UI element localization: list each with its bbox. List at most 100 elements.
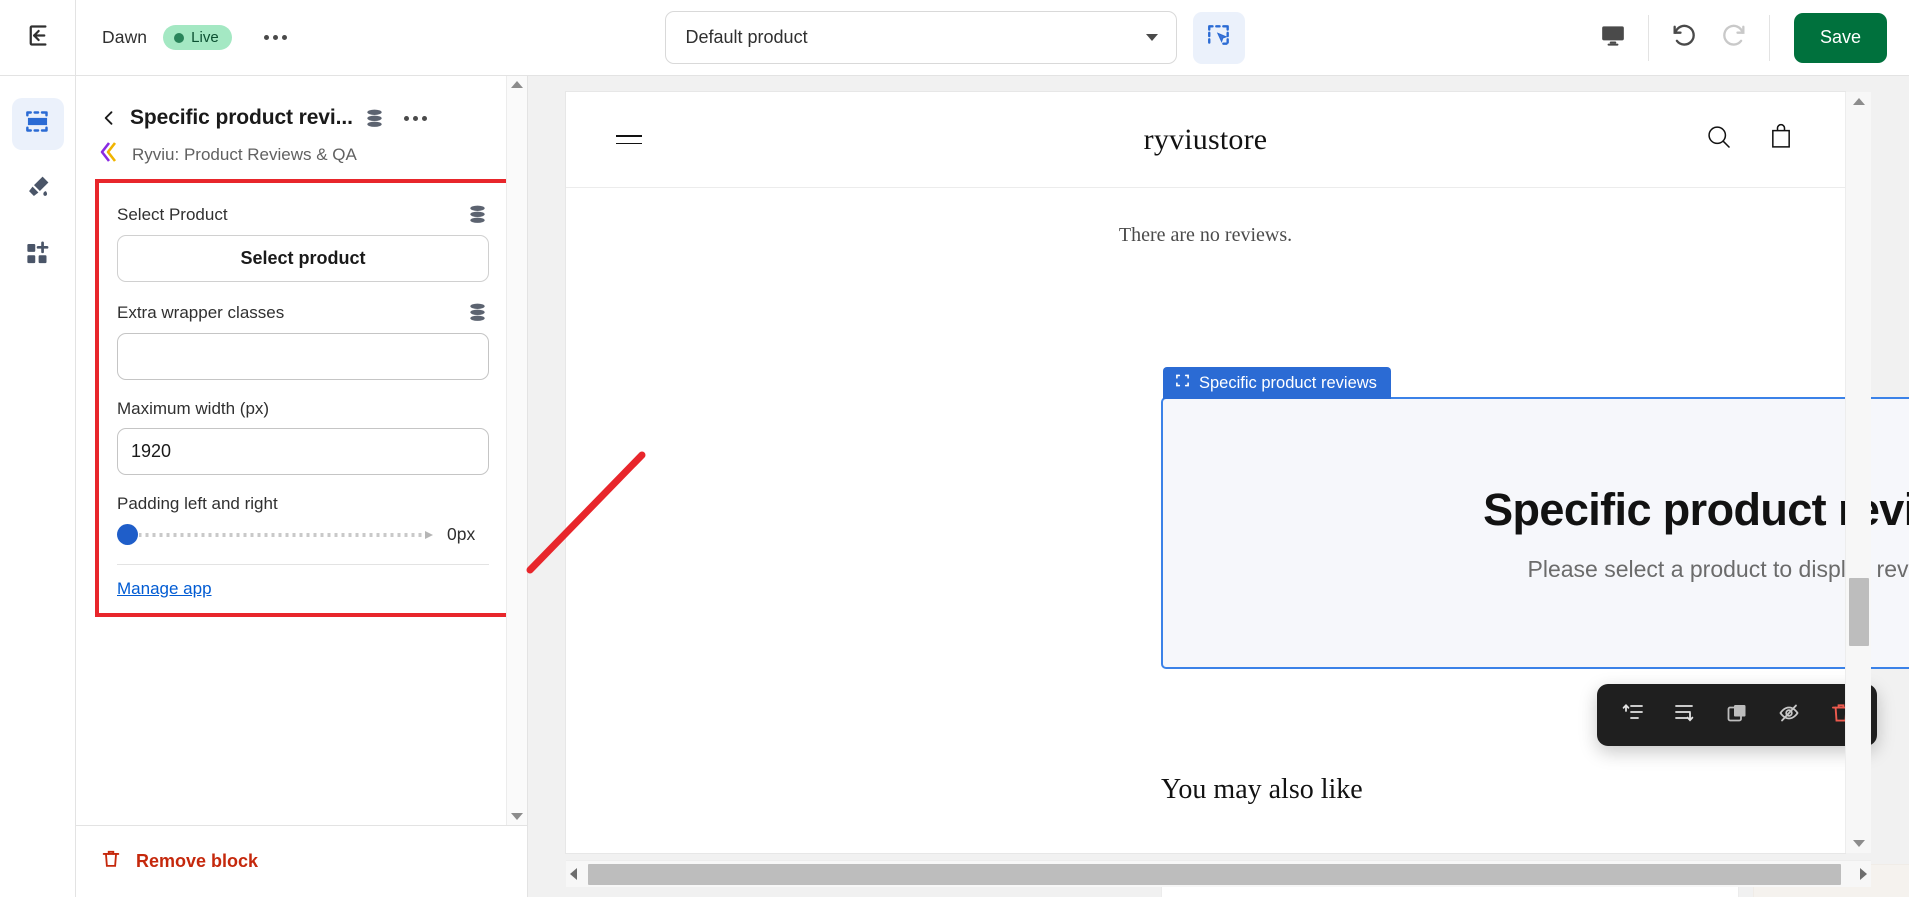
storefront-header-actions: [1705, 123, 1795, 156]
exit-editor-button[interactable]: [0, 0, 76, 76]
field-label-row: Padding left and right: [117, 494, 489, 514]
padding-slider[interactable]: [117, 524, 433, 545]
block-more-menu-button[interactable]: [400, 108, 431, 129]
database-icon[interactable]: [466, 203, 489, 226]
scroll-left-arrow-icon[interactable]: [570, 868, 577, 880]
storefront-header: ryviustore: [566, 92, 1845, 188]
theme-more-menu-button[interactable]: [256, 25, 295, 50]
block-badge-label: Specific product reviews: [1199, 373, 1377, 392]
toolbar-divider: [1768, 14, 1770, 61]
apps-grid-plus-icon: [24, 240, 51, 272]
scroll-up-arrow-icon[interactable]: [1852, 98, 1865, 105]
sidebar-content: Specific product revi... Ryviu: Product …: [76, 76, 527, 617]
no-reviews-text: There are no reviews.: [1118, 224, 1293, 246]
eye-slash-icon: [1777, 701, 1801, 730]
exit-arrow-icon: [24, 22, 51, 54]
icon-rail: [0, 76, 76, 897]
block-badge: Specific product reviews: [1163, 367, 1391, 399]
block-action-toolbar: [1597, 684, 1877, 746]
page-select[interactable]: Default product: [664, 11, 1177, 64]
app-attribution: Ryviu: Product Reviews & QA: [76, 130, 527, 168]
block-frame-icon: [1175, 373, 1190, 393]
move-up-button[interactable]: [1613, 695, 1653, 735]
ryviu-logo-icon: [100, 141, 120, 168]
redo-button[interactable]: [1709, 13, 1759, 63]
paint-brush-icon: [24, 174, 51, 206]
chevron-down-icon: [1145, 34, 1158, 41]
preview-horizontal-scrollbar[interactable]: [566, 860, 1871, 887]
hide-button[interactable]: [1769, 695, 1809, 735]
sections-icon: [24, 108, 51, 140]
database-icon: [363, 107, 386, 130]
remove-block-label: Remove block: [136, 851, 259, 871]
field-label-row: Extra wrapper classes: [117, 301, 489, 324]
slider-end-arrow-icon: [425, 530, 433, 539]
remove-block-button[interactable]: Remove block: [76, 825, 527, 897]
selected-block[interactable]: Specific product reviews Specific produc…: [1161, 367, 1909, 669]
live-dot-icon: [174, 32, 185, 43]
top-bar: Dawn Live Default product Save: [0, 0, 1909, 76]
rail-item-sections[interactable]: [11, 98, 64, 150]
extra-wrapper-classes-input[interactable]: [117, 333, 489, 380]
toolbar-divider: [1647, 14, 1649, 61]
slider-track-dots: [139, 531, 425, 538]
move-down-icon: [1673, 701, 1697, 730]
page-select-value: Default product: [685, 27, 808, 47]
scroll-right-arrow-icon[interactable]: [1860, 868, 1867, 880]
slider-row: 0px: [117, 524, 489, 545]
preview-pane: ryviustore There are no reviews. Specifi…: [528, 76, 1909, 897]
recommendations-title: You may also like: [1161, 774, 1363, 805]
scroll-down-arrow-icon[interactable]: [1852, 840, 1865, 847]
undo-arrow-icon: [1670, 21, 1698, 54]
highlighted-settings-group: Select Product Select product Extra wrap…: [95, 179, 511, 617]
padding-value: 0px: [447, 524, 476, 544]
field-label-row: Maximum width (px): [117, 399, 489, 419]
save-button[interactable]: Save: [1793, 12, 1887, 63]
move-up-icon: [1621, 701, 1645, 730]
slider-thumb[interactable]: [117, 524, 138, 545]
horizontal-scroll-thumb[interactable]: [588, 864, 1841, 885]
more-horizontal-icon: [403, 115, 409, 121]
top-bar-actions: Save: [1588, 0, 1909, 75]
theme-info-group: Dawn Live: [76, 25, 295, 50]
shopping-cart-icon[interactable]: [1767, 123, 1795, 156]
manage-app-link[interactable]: Manage app: [117, 579, 212, 599]
sidebar-scrollbar[interactable]: [506, 76, 527, 825]
search-icon[interactable]: [1705, 123, 1733, 156]
field-label: Select Product: [117, 204, 228, 224]
maximum-width-input[interactable]: [117, 428, 489, 475]
back-button[interactable]: [98, 107, 120, 129]
field-label: Maximum width (px): [117, 399, 270, 418]
app-name: Ryviu: Product Reviews & QA: [132, 144, 357, 164]
select-product-button[interactable]: Select product: [117, 235, 489, 282]
duplicate-button[interactable]: [1717, 695, 1757, 735]
rail-item-theme-settings[interactable]: [12, 164, 64, 216]
rail-item-apps[interactable]: [12, 230, 64, 282]
page-selector-group: Default product: [664, 11, 1245, 64]
theme-editor-app: Dawn Live Default product Save Specific …: [0, 0, 1909, 897]
preview-vertical-scrollbar[interactable]: [1845, 92, 1871, 853]
field-label: Padding left and right: [117, 494, 278, 513]
database-icon[interactable]: [466, 301, 489, 324]
page-title: Specific product revi...: [130, 106, 353, 129]
status-badge: Live: [163, 25, 232, 50]
divider: [117, 564, 489, 565]
trash-icon: [100, 848, 122, 875]
field-padding-left-right: Padding left and right 0px: [117, 494, 489, 545]
redo-arrow-icon: [1720, 21, 1748, 54]
scroll-down-arrow-icon[interactable]: [511, 813, 523, 820]
hamburger-menu-icon[interactable]: [616, 134, 642, 145]
inspect-tool-button[interactable]: [1192, 11, 1245, 64]
settings-sidebar: Specific product revi... Ryviu: Product …: [76, 76, 528, 897]
sidebar-header: Specific product revi...: [76, 76, 527, 130]
field-maximum-width: Maximum width (px): [117, 399, 489, 475]
device-preview-button[interactable]: [1588, 13, 1638, 63]
move-down-button[interactable]: [1665, 695, 1705, 735]
field-label: Extra wrapper classes: [117, 302, 285, 322]
sidebar-scroll-area: Specific product revi... Ryviu: Product …: [76, 76, 527, 825]
store-name: ryviustore: [1143, 122, 1268, 156]
vertical-scroll-thumb[interactable]: [1849, 578, 1869, 646]
scroll-up-arrow-icon[interactable]: [511, 81, 523, 88]
field-extra-wrapper-classes: Extra wrapper classes: [117, 301, 489, 380]
undo-button[interactable]: [1659, 13, 1709, 63]
